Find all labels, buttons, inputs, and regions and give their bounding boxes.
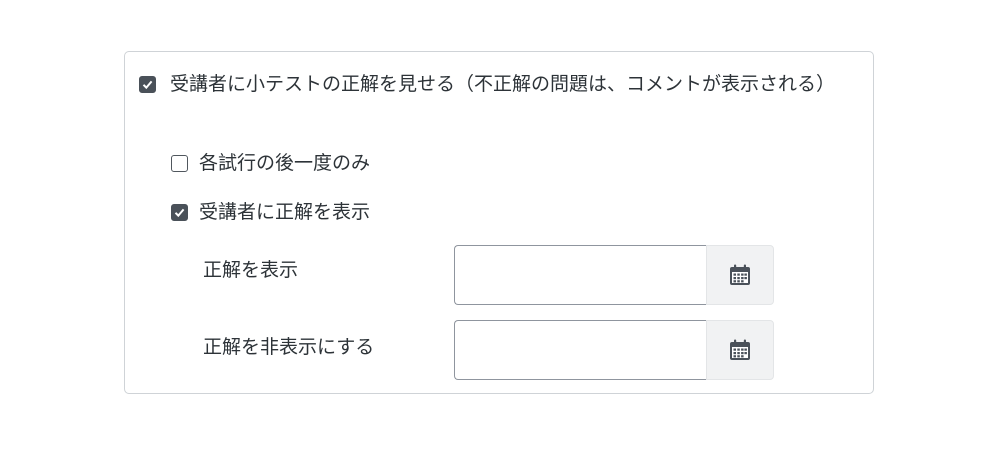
calendar-icon	[730, 264, 750, 285]
checkmark-icon	[174, 208, 185, 218]
once-per-attempt-label: 各試行の後一度のみ	[199, 152, 371, 174]
hide-answers-calendar-button[interactable]	[706, 320, 774, 380]
option-show-to-students[interactable]: 受講者に正解を表示	[171, 196, 370, 229]
quiz-answers-panel: 受講者に小テストの正解を見せる（不正解の問題は、コメントが表示される） 各試行の…	[124, 51, 874, 394]
show-answers-date-field	[454, 245, 774, 305]
show-answers-checkbox[interactable]	[139, 76, 156, 93]
show-answers-date-input[interactable]	[454, 245, 706, 305]
show-answers-date-label: 正解を表示	[203, 259, 299, 281]
show-to-students-label: 受講者に正解を表示	[199, 201, 371, 223]
option-show-answers[interactable]: 受講者に小テストの正解を見せる（不正解の問題は、コメントが表示される）	[139, 68, 839, 101]
hide-answers-date-input[interactable]	[454, 320, 706, 380]
show-to-students-checkbox[interactable]	[171, 204, 188, 221]
checkmark-icon	[142, 80, 153, 90]
show-answers-label: 受講者に小テストの正解を見せる（不正解の問題は、コメントが表示される）	[170, 73, 836, 95]
show-answers-calendar-button[interactable]	[706, 245, 774, 305]
hide-answers-date-label: 正解を非表示にする	[203, 336, 375, 358]
calendar-icon	[730, 339, 750, 360]
once-per-attempt-checkbox[interactable]	[171, 155, 188, 172]
option-once-per-attempt[interactable]: 各試行の後一度のみ	[171, 147, 370, 180]
hide-answers-date-field	[454, 320, 774, 380]
